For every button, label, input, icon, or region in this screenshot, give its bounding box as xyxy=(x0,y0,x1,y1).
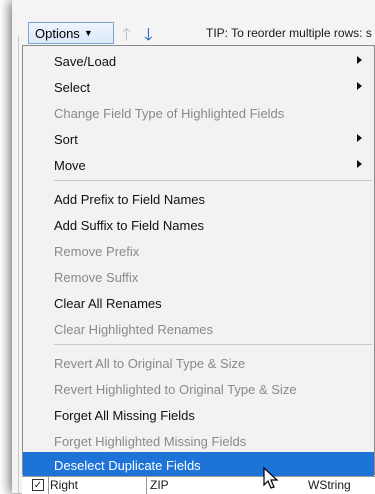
menu-item-label: Clear All Renames xyxy=(54,295,162,311)
menu-item-add-prefix-to-field-names[interactable]: Add Prefix to Field Names xyxy=(23,186,374,212)
menu-item-label: Clear Highlighted Renames xyxy=(54,321,213,337)
menu-item-remove-prefix: Remove Prefix xyxy=(23,238,374,264)
menu-item-clear-all-renames[interactable]: Clear All Renames xyxy=(23,290,374,316)
options-button[interactable]: Options ▼ xyxy=(28,22,114,44)
menu-item-label: Revert Highlighted to Original Type & Si… xyxy=(54,381,297,397)
menu-item-revert-all-to-original-type-size: Revert All to Original Type & Size xyxy=(23,350,374,376)
submenu-arrow-icon xyxy=(357,134,362,142)
menu-item-label: Forget Highlighted Missing Fields xyxy=(54,433,247,449)
cell-col1: Right xyxy=(50,478,79,492)
options-label: Options xyxy=(35,25,80,41)
row-checkbox[interactable]: ✓ xyxy=(32,479,44,491)
menu-item-label: Add Suffix to Field Names xyxy=(54,217,205,233)
grid-divider xyxy=(146,477,147,494)
submenu-arrow-icon xyxy=(357,56,362,64)
menu-item-select[interactable]: Select xyxy=(23,74,374,100)
menu-item-sort[interactable]: Sort xyxy=(23,126,374,152)
menu-item-label: Deselect Duplicate Fields xyxy=(54,457,201,473)
mouse-cursor-icon xyxy=(263,466,279,489)
menu-item-label: Remove Prefix xyxy=(54,243,140,259)
grid-divider xyxy=(48,477,49,494)
menu-item-label: Add Prefix to Field Names xyxy=(54,191,206,207)
menu-item-forget-highlighted-missing-fields: Forget Highlighted Missing Fields xyxy=(23,428,374,454)
menu-separator xyxy=(54,344,372,345)
menu-item-change-field-type-of-highlighted-fields: Change Field Type of Highlighted Fields xyxy=(23,100,374,126)
table-row[interactable]: ✓ Right ZIP WString xyxy=(22,476,375,494)
menu-separator xyxy=(54,180,372,181)
menu-item-add-suffix-to-field-names[interactable]: Add Suffix to Field Names xyxy=(23,212,374,238)
menu-item-label: Remove Suffix xyxy=(54,269,139,285)
menu-item-clear-highlighted-renames: Clear Highlighted Renames xyxy=(23,316,374,342)
menu-item-label: Move xyxy=(54,157,86,173)
menu-item-label: Save/Load xyxy=(54,53,117,69)
submenu-arrow-icon xyxy=(357,82,362,90)
menu-item-label: Select xyxy=(54,79,91,95)
menu-item-label: Change Field Type of Highlighted Fields xyxy=(54,105,285,121)
menu-item-forget-all-missing-fields[interactable]: Forget All Missing Fields xyxy=(23,402,374,428)
tip-text: TIP: To reorder multiple rows: s xyxy=(206,26,372,40)
menu-item-label: Sort xyxy=(54,131,78,147)
dropdown-caret-icon: ▼ xyxy=(83,28,93,38)
options-menu: Save/Load Select Change Field Type of High… xyxy=(22,45,375,478)
menu-item-move[interactable]: Move xyxy=(23,152,374,178)
cell-col2: ZIP xyxy=(150,478,169,492)
menu-item-deselect-duplicate-fields[interactable]: Deselect Duplicate Fields xyxy=(23,452,374,478)
submenu-arrow-icon xyxy=(357,160,362,168)
menu-item-remove-suffix: Remove Suffix xyxy=(23,264,374,290)
menu-item-save-load[interactable]: Save/Load xyxy=(23,48,374,74)
cell-col3: WString xyxy=(308,478,351,492)
menu-item-revert-highlighted-to-original-type-size: Revert Highlighted to Original Type & Si… xyxy=(23,376,374,402)
toolbar: Options ▼ 🡑 🡓 TIP: To reorder multiple r… xyxy=(12,0,375,44)
menu-item-label: Forget All Missing Fields xyxy=(54,407,195,423)
menu-item-label: Revert All to Original Type & Size xyxy=(54,355,246,371)
